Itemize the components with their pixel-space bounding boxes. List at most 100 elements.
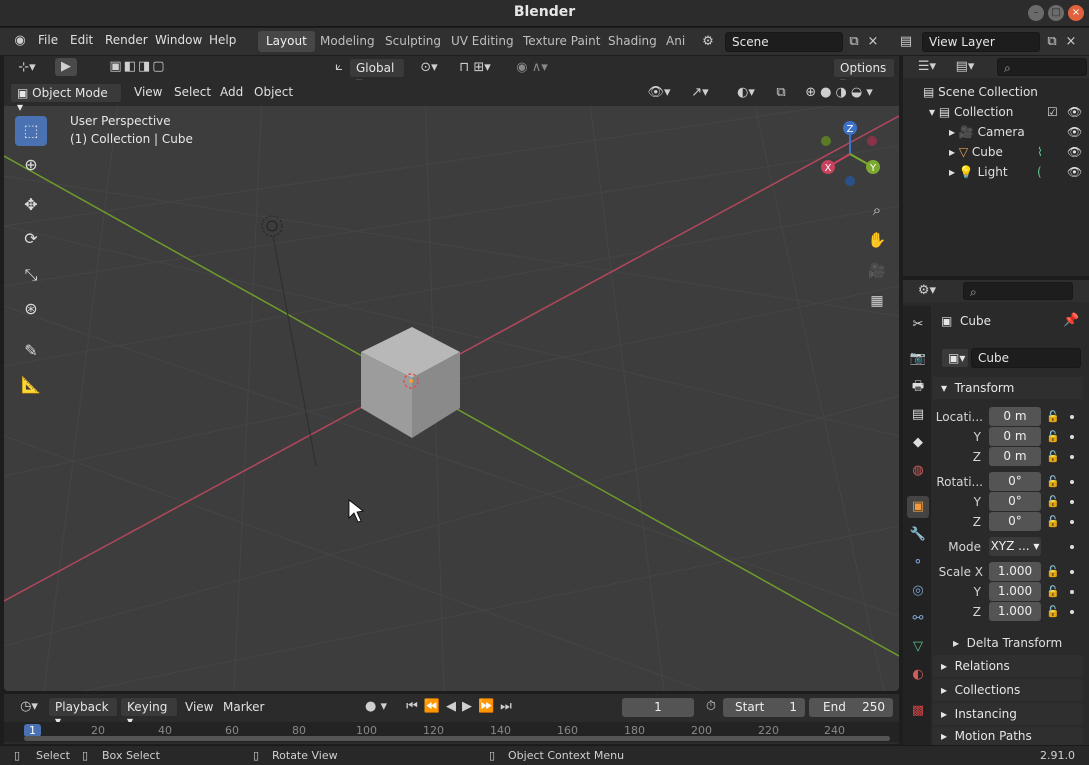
view-layer-field[interactable]: View Layer [922, 32, 1040, 52]
lock-icon[interactable]: 🔓 [1046, 605, 1060, 618]
3d-viewport[interactable]: User Perspective (1) Collection | Cube Z… [4, 56, 899, 691]
outliner-scene-collection[interactable]: ▤ Scene Collection [903, 82, 1089, 102]
viewport-menu-select[interactable]: Select [174, 85, 211, 99]
timeline-menu-view[interactable]: View [185, 700, 213, 714]
lock-icon[interactable]: 🔓 [1046, 565, 1060, 578]
lock-icon[interactable]: 🔓 [1046, 475, 1060, 488]
keyframe-dot-icon[interactable] [1070, 545, 1074, 549]
object-browse-icon[interactable]: ▣▾ [941, 348, 969, 368]
keyframe-dot-icon[interactable] [1070, 480, 1074, 484]
shading-mode-icons[interactable]: ⊕●◑◒▾ [796, 84, 886, 102]
measure-tool-icon[interactable]: 📐 [15, 370, 47, 400]
navigation-gizmo[interactable]: Z X Y [816, 120, 886, 190]
cursor-tool-icon[interactable]: ⊕ [15, 150, 47, 180]
ortho-grid-icon[interactable]: ▦ [866, 292, 888, 310]
lock-icon[interactable]: 🔓 [1046, 430, 1060, 443]
editor-type-icon[interactable]: ⊹▾ [12, 59, 42, 77]
lock-icon[interactable]: 🔓 [1046, 450, 1060, 463]
transform-panel-header[interactable]: ▾ Transform [933, 377, 1083, 399]
properties-editor-icon[interactable]: ⚙▾ [913, 282, 941, 300]
tab-shading[interactable]: Shading [600, 31, 665, 52]
view-layer-icon[interactable]: ▤ [894, 33, 918, 51]
lock-icon[interactable]: 🔓 [1046, 495, 1060, 508]
keyframe-dot-icon[interactable] [1070, 455, 1074, 459]
pivot-point-icon[interactable]: ⊙▾ [414, 59, 444, 77]
collections-panel-header[interactable]: ▸ Collections [933, 679, 1083, 701]
menu-edit[interactable]: Edit [70, 33, 93, 47]
location-y-field[interactable]: 0 m [989, 427, 1041, 446]
playback-dropdown[interactable]: Playback ▾ [48, 697, 118, 728]
end-frame-field[interactable]: End 250 [809, 698, 893, 717]
keyframe-dot-icon[interactable] [1070, 570, 1074, 574]
timeline-ruler[interactable]: 1 20 40 60 80 100 120 140 160 180 200 22… [4, 722, 899, 742]
viewport-menu-object[interactable]: Object [254, 85, 293, 99]
object-name-field[interactable]: Cube [971, 348, 1081, 368]
timeline-editor-icon[interactable]: ◷▾ [14, 698, 44, 716]
motion-paths-panel-header[interactable]: ▸ Motion Paths [933, 727, 1083, 745]
physics-tab-icon[interactable]: ◎ [907, 580, 929, 602]
keying-dropdown[interactable]: Keying ▾ [120, 697, 178, 728]
menu-help[interactable]: Help [209, 33, 236, 47]
pin-icon[interactable]: 📌 [1063, 312, 1079, 330]
lock-icon[interactable]: 🔓 [1046, 515, 1060, 528]
outliner-item-camera[interactable]: ▸ 🎥 Camera 👁 [903, 122, 1089, 142]
auto-keying-icon[interactable]: ● ▾ [361, 698, 391, 716]
tab-uv-editing[interactable]: UV Editing [443, 31, 522, 52]
playback-controls-icons[interactable]: ⏮⏪◀▶⏩⏭ [404, 698, 520, 716]
scene-tab-icon[interactable]: ◆ [907, 432, 929, 454]
visibility-icon[interactable]: 👁▾ [644, 84, 674, 102]
material-tab-icon[interactable]: ◐ [907, 664, 929, 686]
options-dropdown[interactable]: Options ▾ [833, 58, 895, 89]
gizmo-toggle-icon[interactable]: ↗▾ [680, 84, 720, 102]
move-tool-icon[interactable]: ✥ [15, 190, 47, 220]
scale-tool-icon[interactable]: ⤡ [15, 260, 47, 290]
tab-layout[interactable]: Layout [258, 31, 315, 52]
outliner-item-light[interactable]: ▸ 💡 Light ( 👁 [903, 162, 1089, 182]
tab-sculpting[interactable]: Sculpting [377, 31, 449, 52]
start-frame-field[interactable]: Start 1 [723, 698, 805, 717]
rotate-tool-icon[interactable]: ⟳ [15, 224, 47, 254]
snap-icon[interactable]: ⊓ ⊞▾ [450, 59, 500, 77]
annotate-tool-icon[interactable]: ✎ [15, 336, 47, 366]
outliner-editor-icon[interactable]: ☰▾ [913, 58, 941, 76]
lock-icon[interactable]: 🔓 [1046, 410, 1060, 423]
data-tab-icon[interactable]: ▽ [907, 636, 929, 658]
keyframe-dot-icon[interactable] [1070, 415, 1074, 419]
menu-file[interactable]: File [38, 33, 58, 47]
viewport-menu-add[interactable]: Add [220, 85, 243, 99]
minimize-icon[interactable]: – [1028, 5, 1044, 21]
current-frame-field[interactable]: 1 [622, 698, 694, 717]
keyframe-dot-icon[interactable] [1070, 435, 1074, 439]
modifier-tab-icon[interactable]: 🔧 [907, 524, 929, 546]
render-tab-icon[interactable]: 📷 [907, 348, 929, 370]
overlay-toggle-icon[interactable]: ◐▾ [726, 84, 766, 102]
lock-icon[interactable]: 🔓 [1046, 585, 1060, 598]
timeline-menu-marker[interactable]: Marker [223, 700, 264, 714]
viewport-menu-view[interactable]: View [134, 85, 162, 99]
selection-mode-icons[interactable]: ▣◧◨▢ [96, 58, 180, 76]
scale-x-field[interactable]: 1.000 [989, 562, 1041, 581]
select-box-tool-icon[interactable]: ⬚ [15, 116, 47, 146]
outliner-item-cube[interactable]: ▸ ▽ Cube ⌇ 👁 [903, 142, 1089, 162]
select-tool-icon[interactable]: ▶ [55, 58, 77, 76]
texture-tab-icon[interactable]: ▩ [907, 700, 929, 722]
delta-transform-subpanel[interactable]: ▸ Delta Transform [953, 636, 1062, 650]
constraints-tab-icon[interactable]: ⚯ [907, 608, 929, 630]
mesh-data-icon[interactable]: ⌇ [1037, 142, 1043, 162]
location-z-field[interactable]: 0 m [989, 447, 1041, 466]
rotation-mode-dropdown[interactable]: XYZ ... ▾ [989, 537, 1041, 556]
blender-logo-icon[interactable]: ◉ [10, 32, 30, 50]
keyframe-dot-icon[interactable] [1070, 610, 1074, 614]
light-eye-icon[interactable]: 👁 [1067, 162, 1082, 182]
rotation-z-field[interactable]: 0° [989, 512, 1041, 531]
collection-eye-icon[interactable]: 👁 [1067, 102, 1082, 122]
view-layer-tab-icon[interactable]: ▤ [907, 404, 929, 426]
keyframe-dot-icon[interactable] [1070, 590, 1074, 594]
maximize-icon[interactable]: □ [1048, 5, 1064, 21]
transform-tool-icon[interactable]: ⊛ [15, 294, 47, 324]
instancing-panel-header[interactable]: ▸ Instancing [933, 703, 1083, 725]
keyframe-dot-icon[interactable] [1070, 500, 1074, 504]
particles-tab-icon[interactable]: ⚬ [907, 552, 929, 574]
location-x-field[interactable]: 0 m [989, 407, 1041, 426]
pan-hand-icon[interactable]: ✋ [866, 231, 888, 249]
